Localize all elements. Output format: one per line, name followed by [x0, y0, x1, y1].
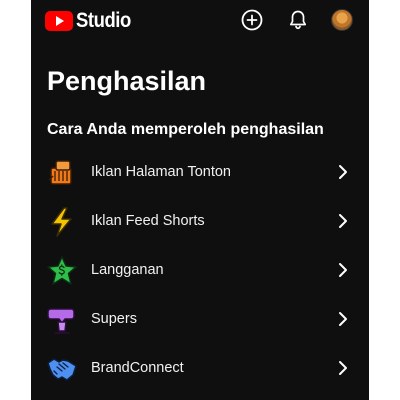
earning-item-label: Supers — [91, 311, 137, 327]
studio-logo[interactable]: Studio — [45, 9, 138, 33]
section-title: Cara Anda memperoleh penghasilan — [47, 121, 324, 138]
earning-item-shorts-feed-ads[interactable]: Iklan Feed Shorts — [31, 197, 369, 246]
earning-item-watch-page-ads[interactable]: Iklan Halaman Tonton — [31, 148, 369, 197]
membership-star-icon — [47, 256, 77, 285]
brand-name: Studio — [76, 9, 131, 32]
earning-item-label: Iklan Feed Shorts — [91, 213, 205, 229]
chevron-right-icon — [339, 312, 347, 326]
earning-item-memberships[interactable]: Langganan — [31, 246, 369, 295]
create-icon[interactable] — [240, 8, 264, 32]
lightning-icon — [51, 207, 72, 237]
earning-item-supers[interactable]: Supers — [31, 295, 369, 344]
notification-bell-icon[interactable] — [286, 8, 310, 32]
earning-item-label: Langganan — [91, 262, 164, 278]
top-app-bar: Studio — [31, 0, 369, 40]
watch-page-ads-icon — [48, 160, 72, 185]
earning-item-brandconnect[interactable]: BrandConnect — [31, 344, 369, 393]
handshake-icon — [47, 358, 77, 381]
chevron-right-icon — [339, 165, 347, 179]
earning-item-label: Iklan Halaman Tonton — [91, 164, 231, 180]
earnings-list: Iklan Halaman Tonton Iklan Feed Shorts L… — [31, 148, 369, 393]
chevron-right-icon — [339, 361, 347, 375]
page-title: Penghasilan — [47, 66, 207, 96]
chevron-right-icon — [339, 263, 347, 277]
app-screen: Studio Penghasilan Cara Anda memperoleh … — [31, 0, 369, 400]
chevron-right-icon — [339, 214, 347, 228]
earning-item-label: BrandConnect — [91, 360, 184, 376]
youtube-logo-icon — [45, 11, 73, 31]
supers-icon — [47, 308, 75, 334]
account-avatar[interactable] — [331, 9, 353, 31]
